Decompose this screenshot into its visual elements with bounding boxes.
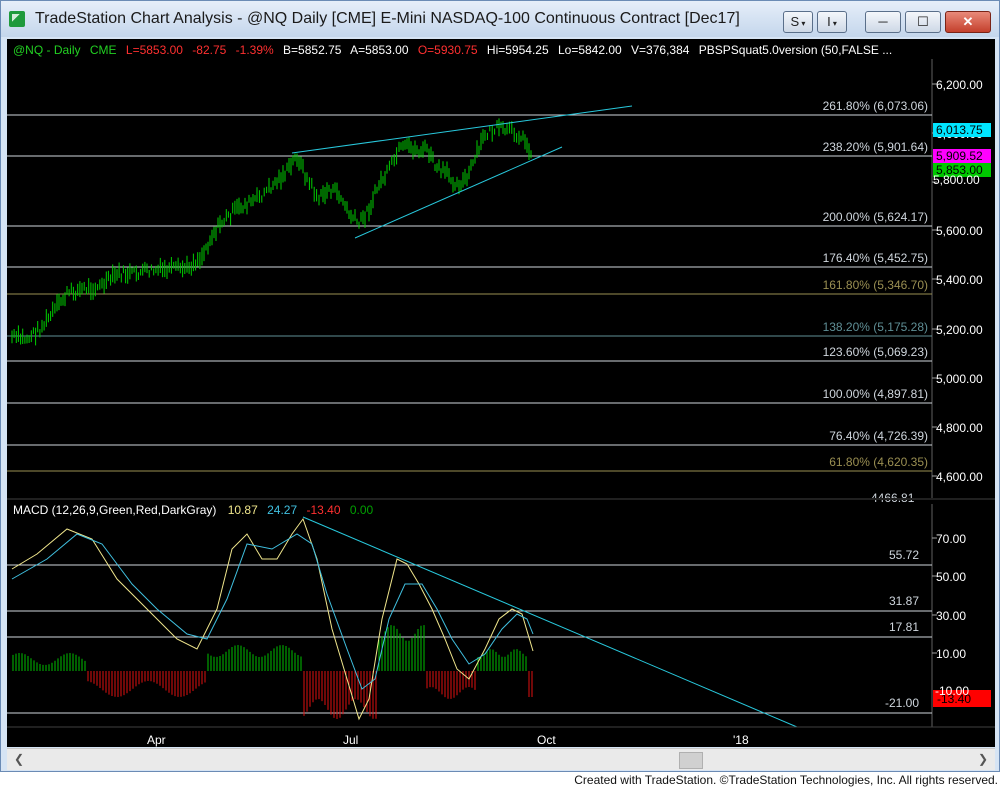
macd-study-label: MACD (12,26,9,Green,Red,DarkGray) [13, 503, 216, 517]
macd-hist-value: -13.40 [307, 503, 341, 517]
ask-price: A=5853.00 [350, 43, 409, 57]
chart-area[interactable]: @NQ - Daily CME L=5853.00 -82.75 -1.39% … [7, 39, 995, 747]
price-tick-label: 5,400.00 [936, 273, 983, 287]
low-price: Lo=5842.00 [558, 43, 622, 57]
fib-level-label: 261.80% (6,073.06) [823, 99, 928, 113]
macd-tick-label: 70.00 [936, 532, 966, 546]
maximize-icon: ☐ [917, 14, 929, 29]
i-menu-button[interactable]: I ▾ [817, 11, 847, 33]
minimize-icon: ─ [878, 14, 888, 29]
close-button[interactable]: ✕ [945, 11, 991, 33]
macd-tick-label: 50.00 [936, 570, 966, 584]
fib-level-label: 100.00% (4,897.81) [823, 387, 928, 401]
price-and-macd-chart[interactable]: @NQ - Daily CME L=5853.00 -82.75 -1.39% … [7, 39, 995, 747]
copyright-footer: Created with TradeStation. ©TradeStation… [0, 772, 1000, 788]
exchange-label: CME [90, 43, 117, 57]
price-tags: 6,013.755,909.525,853.00 [933, 123, 991, 177]
percent-change: -1.39% [236, 43, 274, 57]
fib-level-label: 161.80% (5,346.70) [823, 278, 928, 292]
macd-partial-tick: -10.00 [935, 684, 969, 698]
fib-level-label: 76.40% (4,726.39) [829, 429, 928, 443]
price-tag-label: 5,909.52 [936, 149, 983, 163]
volume: V=376,384 [631, 43, 690, 57]
macd-tick-label: 30.00 [936, 609, 966, 623]
fib-level-label: 238.20% (5,901.64) [823, 140, 928, 154]
bid-price: B=5852.75 [283, 43, 342, 57]
price-tick-label: 5,200.00 [936, 323, 983, 337]
macd-signal-value: 24.27 [267, 503, 297, 517]
tradestation-app-icon [9, 11, 25, 27]
x-label-18: '18 [733, 733, 749, 747]
macd-level-label: 55.72 [889, 548, 919, 562]
price-tick-label: 4,600.00 [936, 470, 983, 484]
price-tick-partial: 5,800.00 [933, 173, 980, 187]
minimize-button[interactable]: ─ [865, 11, 901, 33]
macd-level-label: 31.87 [889, 594, 919, 608]
price-tick-label: 5,600.00 [936, 224, 983, 238]
fib-level-label: 61.80% (4,620.35) [829, 455, 928, 469]
macd-value: 10.87 [228, 503, 258, 517]
fib-level-label: 200.00% (5,624.17) [823, 210, 928, 224]
price-axis: 6,200.006,000.005,600.005,400.005,200.00… [932, 78, 983, 484]
price-tick-label: 5,000.00 [936, 372, 983, 386]
maximize-button[interactable]: ☐ [905, 11, 941, 33]
scroll-left-icon[interactable]: ❮ [11, 751, 27, 767]
title-bar[interactable]: TradeStation Chart Analysis - @NQ Daily … [1, 1, 999, 37]
copyright-text: Created with TradeStation. ©TradeStation… [574, 773, 998, 787]
close-icon: ✕ [962, 14, 974, 29]
chart-window: TradeStation Chart Analysis - @NQ Daily … [0, 0, 1000, 772]
s-menu-button[interactable]: S ▾ [783, 11, 813, 33]
price-tick-label: 4,800.00 [936, 421, 983, 435]
dropdown-arrow-icon: ▾ [799, 19, 806, 28]
macd-level-label: 17.81 [889, 620, 919, 634]
macd-tick-label: 10.00 [936, 647, 966, 661]
svg-text:@NQ - Daily CME: @NQ - Daily CME L=5853.00 -82.75 -1.39% … [13, 43, 892, 57]
study-label: PBSPSquat5.0version (50,FALSE ... [699, 43, 892, 57]
high-price: Hi=5954.25 [487, 43, 549, 57]
price-tag-label: 6,013.75 [936, 123, 983, 137]
macd-zero-value: 0.00 [350, 503, 374, 517]
s-label: S [790, 14, 800, 29]
symbol-label: @NQ - Daily [13, 43, 81, 57]
last-price: L=5853.00 [126, 43, 183, 57]
x-label-oct: Oct [537, 733, 556, 747]
x-label-apr: Apr [147, 733, 166, 747]
window-title: TradeStation Chart Analysis - @NQ Daily … [35, 10, 740, 27]
fib-level-label: 176.40% (5,452.75) [823, 251, 928, 265]
fib-level-label: 138.20% (5,175.28) [823, 320, 928, 334]
scroll-right-icon[interactable]: ❯ [975, 751, 991, 767]
horizontal-scrollbar[interactable]: ❮ ❯ [7, 748, 995, 770]
fib-level-label: 123.60% (5,069.23) [823, 345, 928, 359]
price-tick-label: 6,200.00 [936, 78, 983, 92]
x-label-jul: Jul [343, 733, 358, 747]
open-price: O=5930.75 [418, 43, 478, 57]
dropdown-arrow-icon: ▾ [830, 19, 837, 28]
net-change: -82.75 [192, 43, 226, 57]
macd-level-label: -21.00 [885, 696, 919, 710]
svg-text:MACD (12,26,9,Green,Red,DarkGr: MACD (12,26,9,Green,Red,DarkGray) 10.87 … [13, 503, 374, 517]
scroll-thumb[interactable] [679, 752, 703, 769]
